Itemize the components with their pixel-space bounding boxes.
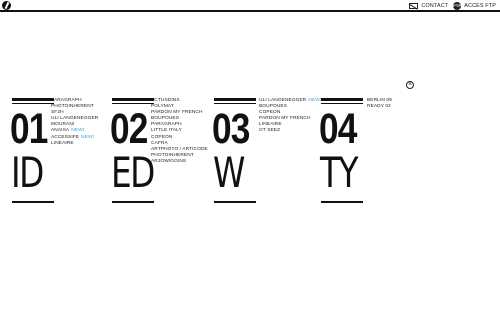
section-01: 01 ID PARAGRAPH PHOTOINHERENT SF2H ULI L… (10, 98, 110, 208)
new-badge: NEW! (308, 98, 322, 103)
ftp-icon: FTP (453, 1, 462, 10)
new-badge: NEW! (81, 134, 95, 140)
section-rule (12, 201, 54, 203)
project-link[interactable]: ARJOWIGGINS (151, 159, 208, 165)
section-word: ID (11, 148, 44, 197)
mail-icon (409, 2, 419, 9)
section-word: TY (320, 148, 358, 197)
top-bar: CONTACT FTP ACCES FTP (0, 0, 500, 10)
project-list: ULI LANGENEGGER NEW! BOUPOUES COPEON PARD… (259, 98, 321, 135)
project-link[interactable]: READY 02 (367, 104, 392, 110)
section-rule (214, 201, 256, 203)
section-rule (321, 98, 363, 101)
section-word: ED (111, 148, 155, 197)
section-number: 04 (319, 105, 357, 153)
section-rule (112, 201, 154, 203)
header-divider (0, 10, 500, 12)
top-links: CONTACT FTP ACCES FTP (409, 1, 496, 10)
contact-label: CONTACT (421, 2, 449, 9)
section-rule (321, 201, 363, 203)
section-rule (214, 98, 256, 101)
ftp-link[interactable]: FTP ACCES FTP (453, 1, 496, 10)
section-number: 03 (212, 105, 250, 153)
section-02: 02 ED ACTUSDINS POLYMAT PARDON MY FRENCH… (110, 98, 210, 208)
section-rule (12, 103, 54, 104)
section-word: W (213, 148, 245, 197)
section-number: 02 (110, 105, 148, 153)
close-icon[interactable]: × (406, 81, 414, 89)
project-list: BERLIN 09 READY 02 (367, 98, 392, 110)
new-badge: NEW! (71, 128, 85, 134)
project-link[interactable]: OT SEEZ (259, 128, 321, 134)
logo-icon[interactable] (2, 1, 11, 10)
section-rule (12, 98, 54, 101)
project-list: ACTUSDINS POLYMAT PARDON MY FRENCH BOUPO… (151, 98, 208, 165)
section-rule (214, 103, 256, 104)
section-04: 04 TY BERLIN 09 READY 02 (319, 98, 419, 208)
section-rule (112, 103, 154, 104)
section-number: 01 (10, 105, 48, 153)
section-rule (112, 98, 154, 101)
contact-link[interactable]: CONTACT (409, 2, 449, 9)
section-03: 03 W ULI LANGENEGGER NEW! BOUPOUES COPEON… (212, 98, 321, 208)
ftp-label: ACCES FTP (464, 2, 496, 9)
project-list: PARAGRAPH PHOTOINHERENT SF2H ULI LANGENE… (51, 98, 100, 147)
section-rule (321, 103, 363, 104)
project-link[interactable]: LINEAIRE (51, 141, 100, 147)
